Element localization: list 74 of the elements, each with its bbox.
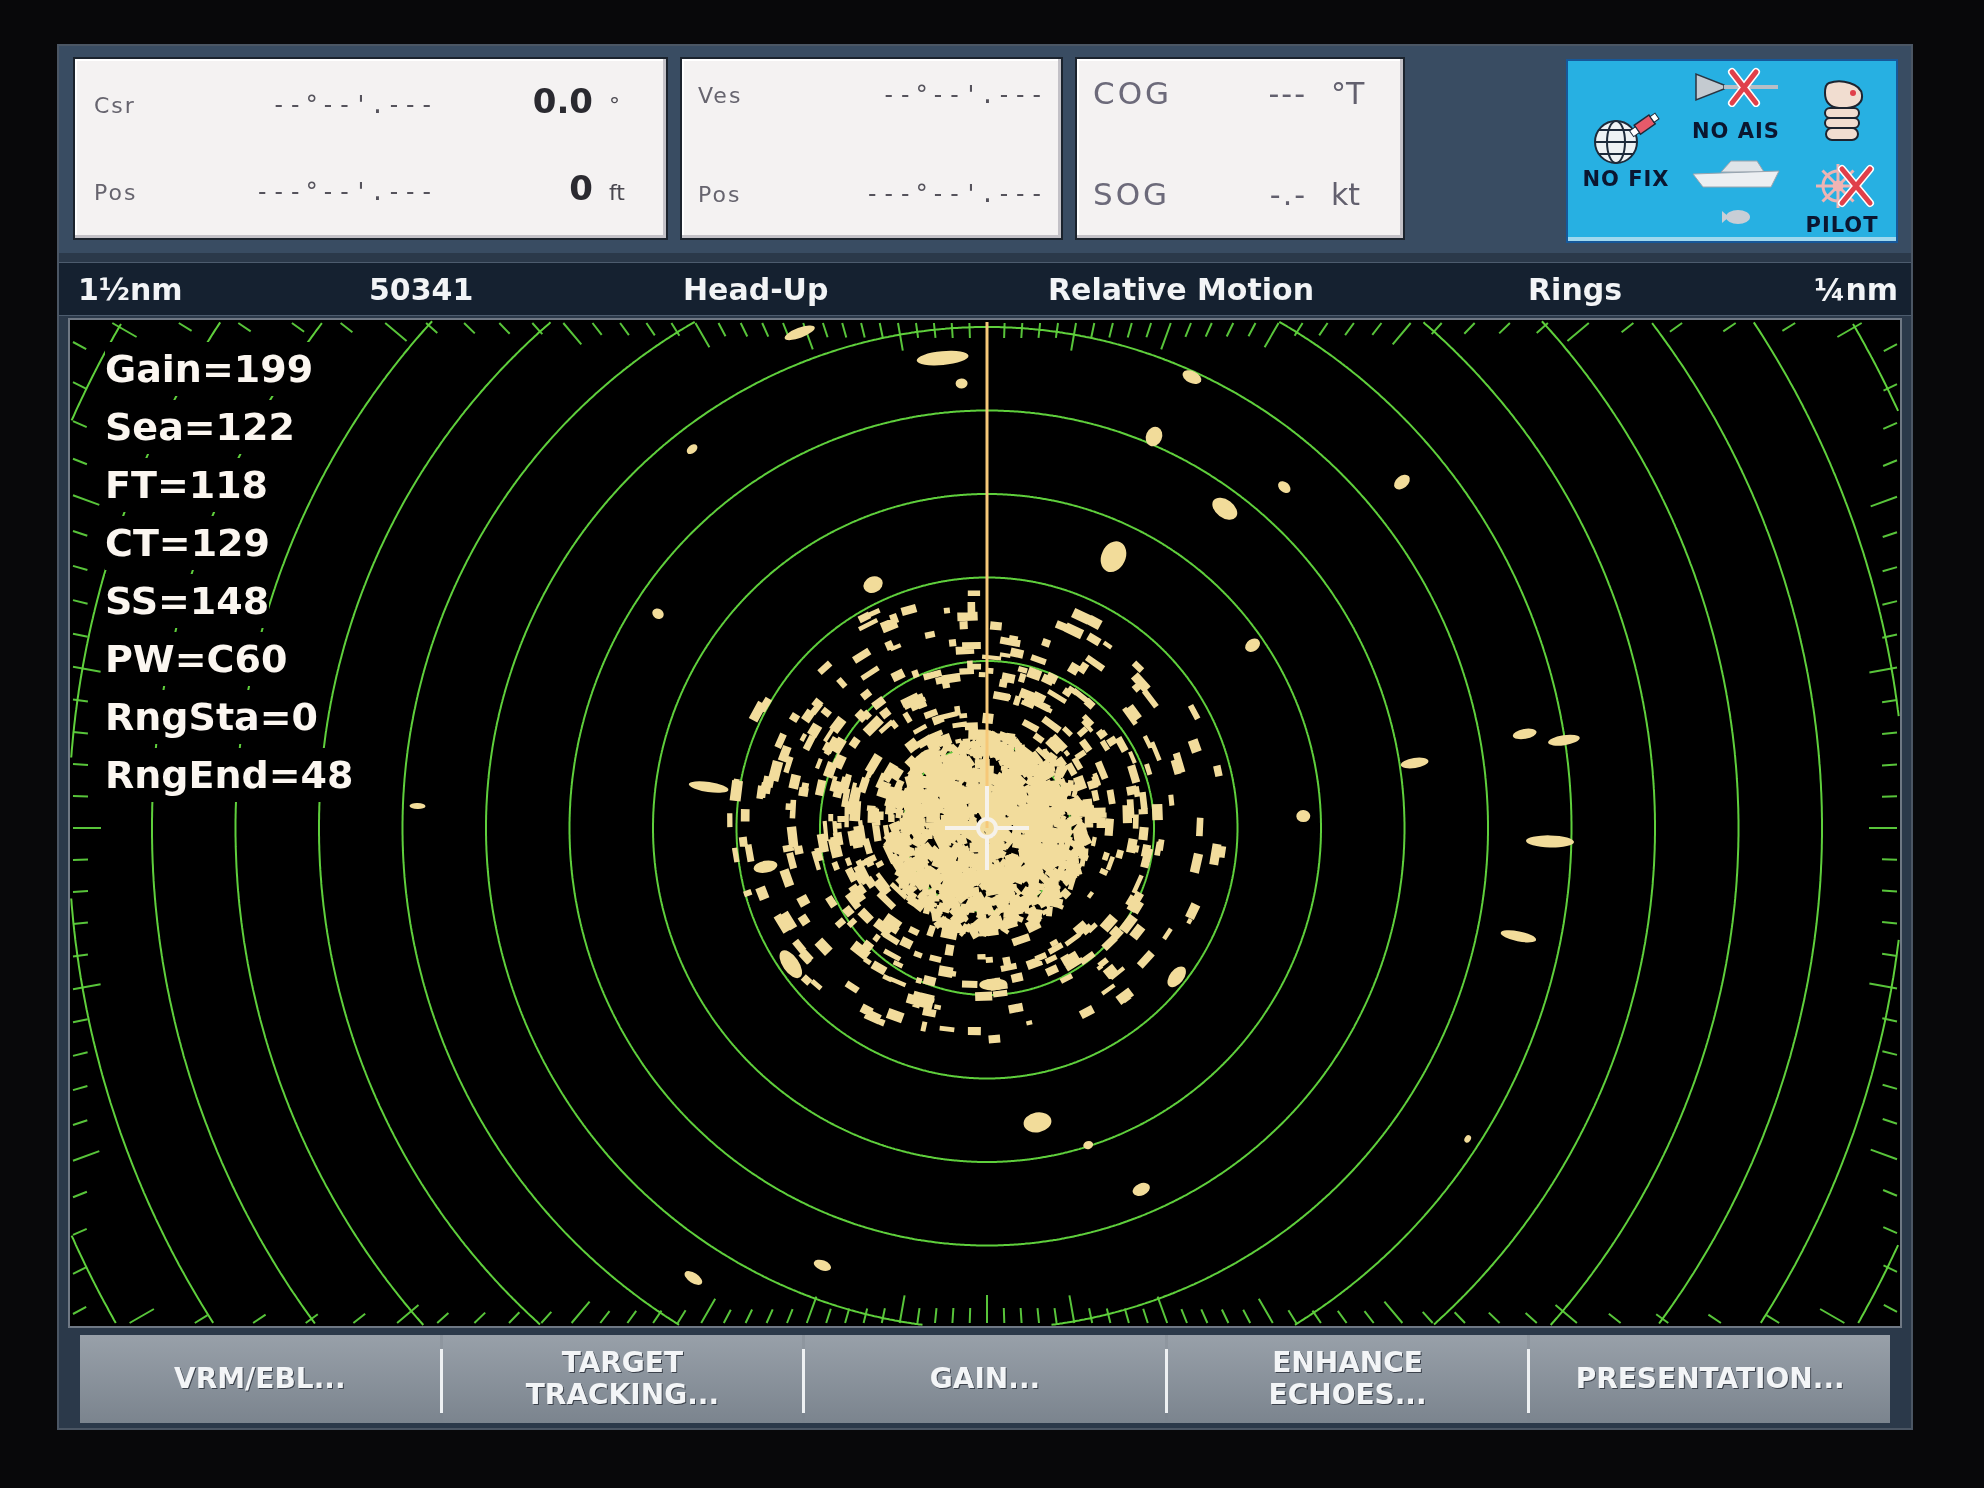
radar-echo — [1278, 481, 1291, 494]
radar-setting-text: CT=129 — [105, 516, 270, 570]
unit-text: kt — [1330, 177, 1362, 212]
ring-interval-text: ¼nm — [1814, 271, 1898, 307]
radar-setting-text: SS=148 — [105, 574, 270, 628]
radar-echo — [1500, 930, 1537, 943]
radar-setting-text: RngEnd=48 — [105, 748, 354, 802]
radar-echo — [1167, 966, 1186, 988]
reading-value: 0 — [568, 168, 593, 208]
range-text: 1½nm — [78, 271, 184, 307]
status-label: PILOT — [1805, 213, 1879, 237]
radar-echo — [1182, 370, 1202, 384]
softkey-button[interactable]: TARGET TRACKING... — [442, 1335, 803, 1423]
position-value: ---°--'.--- — [865, 180, 1046, 208]
reading-value: 0.0 — [531, 81, 593, 121]
field-label: SOG — [1093, 176, 1172, 212]
radar-echo — [652, 608, 664, 619]
radar-setting-text: Sea=122 — [105, 400, 295, 454]
radar-echo — [1296, 810, 1311, 823]
unit-text: ft — [608, 180, 626, 205]
field-label: Csr — [94, 93, 137, 118]
radar-echo — [1145, 426, 1163, 447]
radar-setting-text: Gain=199 — [105, 342, 314, 396]
radar-echo — [1464, 1135, 1471, 1143]
radar-setting-text: FT=118 — [105, 458, 269, 512]
radar-echo — [409, 803, 426, 809]
radar-echo — [686, 444, 698, 455]
softkey-button[interactable]: GAIN... — [805, 1335, 1165, 1423]
status-label: NO AIS — [1692, 119, 1780, 143]
radar-echo — [1400, 757, 1429, 769]
softkey-button[interactable]: ENHANCE ECHOES... — [1167, 1335, 1528, 1423]
radar-echo — [1023, 1112, 1052, 1133]
radar-echo — [1083, 1141, 1094, 1150]
unit-text: °T — [1330, 76, 1366, 111]
field-label: Pos — [698, 182, 743, 207]
field-label: Pos — [94, 180, 139, 205]
radar-echo — [1548, 734, 1580, 746]
radar-echo — [684, 1271, 703, 1285]
motion-mode-text: Relative Motion — [1048, 271, 1315, 307]
radar-echo — [1245, 638, 1260, 652]
radar-echo — [1526, 835, 1574, 848]
radar-echo — [784, 325, 815, 341]
radar-echo — [955, 378, 968, 389]
reading-value: -.- — [1268, 177, 1307, 212]
field-label: COG — [1093, 75, 1174, 111]
orientation-text: Head-Up — [683, 271, 830, 307]
position-value: --°--'.--- — [270, 91, 436, 119]
boat-icon — [1691, 157, 1781, 189]
radar-echo — [979, 978, 1008, 991]
field-label: Ves — [698, 83, 744, 108]
position-value: --°--'.--- — [881, 81, 1046, 109]
fish-icon — [1721, 209, 1751, 225]
radar-echo — [1394, 474, 1410, 490]
unit-text: ° — [608, 93, 621, 118]
softkey-button[interactable]: VRM/EBL... — [80, 1335, 440, 1423]
radar-echo — [1512, 728, 1537, 740]
rings-text: Rings — [1528, 271, 1624, 307]
crosshair-icon — [943, 784, 1031, 872]
radar-setting-text: PW=C60 — [105, 632, 288, 686]
status-label: NO FIX — [1582, 167, 1670, 191]
value-text: 50341 — [369, 271, 475, 307]
softkey-button[interactable]: PRESENTATION... — [1530, 1335, 1890, 1423]
radar-echo — [688, 781, 729, 793]
radar-echo — [1132, 1182, 1150, 1196]
radar-echo — [779, 950, 803, 979]
reading-value: --- — [1267, 76, 1307, 111]
radar-setting-text: RngSta=0 — [105, 690, 318, 744]
radar-echo — [863, 576, 883, 593]
position-value: ---°--'.--- — [254, 178, 436, 206]
radar-echo — [813, 1259, 831, 1271]
radar-echo — [916, 350, 969, 366]
radar-echo — [753, 860, 778, 873]
radar-echo — [1100, 541, 1127, 573]
radar-echo — [1212, 497, 1238, 520]
